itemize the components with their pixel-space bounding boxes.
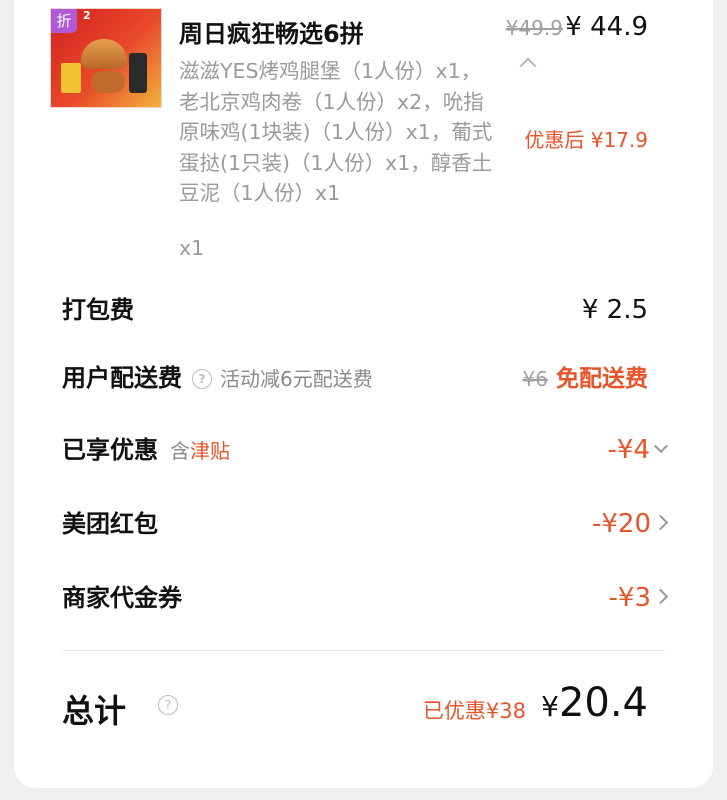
red-packet-label: 美团红包 [62, 510, 158, 538]
drink-graphic [129, 53, 147, 93]
divider [62, 650, 665, 651]
total-value: 20.4 [558, 680, 648, 726]
packing-fee-row: 打包费 ¥ 2.5 [62, 292, 648, 328]
chicken-graphic [91, 71, 125, 93]
fries-graphic [61, 63, 81, 93]
chevron-right-icon[interactable] [652, 588, 669, 605]
chevron-down-icon[interactable] [653, 438, 669, 453]
item-title: 周日疯狂畅选6拼 [179, 20, 364, 48]
help-icon[interactable]: ? [192, 369, 212, 389]
delivery-fee-note: 活动减6元配送费 [220, 367, 373, 391]
chevron-right-icon[interactable] [652, 514, 669, 531]
voucher-label: 商家代金券 [62, 584, 182, 612]
total-amount: ¥20.4 [541, 680, 648, 726]
item-description: 滋滋YES烤鸡腿堡（1人份）x1，老北京鸡肉卷（1人份）x2，吮指原味鸡(1块装… [179, 59, 493, 205]
voucher-row[interactable]: 商家代金券 -¥3 [62, 580, 669, 616]
packing-fee-value: ¥ 2.5 [581, 295, 648, 325]
order-summary-card: 折 2 周日疯狂畅选6拼 滋滋YES烤鸡腿堡（1人份）x1，老北京鸡肉卷（1人份… [14, 0, 713, 788]
discount-note-highlight: 津贴 [190, 439, 230, 463]
delivery-fee-value: 免配送费 [556, 366, 648, 392]
product-image[interactable]: 折 2 [50, 8, 162, 108]
delivery-original-fee: ¥6 [522, 367, 548, 391]
discount-label: 已享优惠 [62, 436, 158, 464]
badge-count: 2 [83, 9, 91, 22]
red-packet-value: -¥20 [591, 509, 651, 539]
red-packet-row[interactable]: 美团红包 -¥20 [62, 506, 669, 542]
help-icon[interactable]: ? [158, 695, 178, 715]
total-label: 总计 [62, 692, 127, 730]
total-saved: 已优惠¥38 [422, 699, 526, 723]
discount-badge: 折 [51, 9, 77, 33]
packing-fee-label: 打包费 [62, 296, 134, 324]
discounted-price: 优惠后 ¥17.9 [524, 128, 648, 152]
discount-note-prefix: 含 [170, 439, 190, 463]
discount-value: -¥4 [607, 435, 650, 465]
discount-row[interactable]: 已享优惠 含津贴 -¥4 [62, 432, 669, 468]
voucher-value: -¥3 [608, 583, 651, 613]
item-quantity: x1 [179, 236, 205, 260]
original-price: ¥49.9 [505, 16, 563, 40]
chevron-up-icon[interactable] [519, 57, 537, 75]
delivery-fee-row: 用户配送费? 活动减6元配送费 ¥6 免配送费 [62, 360, 648, 396]
total-currency: ¥ [541, 690, 559, 723]
delivery-fee-label: 用户配送费 [62, 364, 182, 392]
item-price: ¥ 44.9 [565, 12, 648, 42]
